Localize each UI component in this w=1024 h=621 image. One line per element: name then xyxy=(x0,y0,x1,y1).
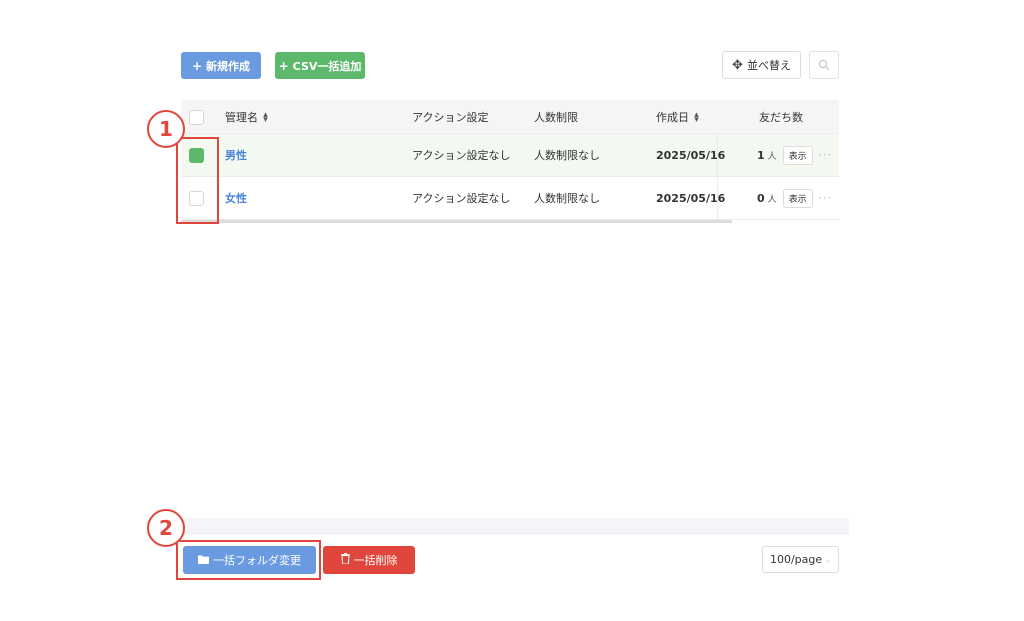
trash-icon xyxy=(340,553,350,567)
row-date: 2025/05/16 xyxy=(656,191,726,205)
row-action: アクション設定なし xyxy=(412,149,511,162)
chevron-down-icon: ⌄ xyxy=(825,555,832,564)
row-limit: 人数制限なし xyxy=(534,192,600,205)
row-friends: 0 人 表示 xyxy=(757,177,813,219)
footer-spacer xyxy=(181,518,849,533)
table-header: 管理名 ▴ ▾ アクション設定 人数制限 作成日 ▴ ▾ 友だち数 xyxy=(181,100,839,134)
bulk-delete-button[interactable]: 一括削除 xyxy=(323,546,415,574)
row-date: 2025/05/16 xyxy=(656,148,726,162)
header-action: アクション設定 xyxy=(412,110,489,124)
table-row[interactable]: 女性 アクション設定なし 人数制限なし 2025/05/16 0 人 表示 ··… xyxy=(181,177,839,220)
sort-icon[interactable]: ▴ ▾ xyxy=(693,110,700,124)
sort-icon[interactable]: ▴ ▾ xyxy=(262,110,269,124)
table-row[interactable]: 男性 アクション設定なし 人数制限なし 2025/05/16 1 人 表示 ··… xyxy=(181,134,839,177)
plus-icon: + xyxy=(191,58,203,73)
csv-bulk-add-label: CSV一括追加 xyxy=(292,59,362,73)
annotation-number-2: 2 xyxy=(147,509,185,547)
horizontal-scrollbar[interactable] xyxy=(181,220,732,223)
header-limit: 人数制限 xyxy=(534,110,578,124)
more-dots-icon[interactable]: ··· xyxy=(818,134,832,176)
header-friends: 友だち数 xyxy=(759,110,803,124)
search-icon xyxy=(818,59,830,71)
page-size-value: 100/page xyxy=(769,553,823,566)
row-limit: 人数制限なし xyxy=(534,149,600,162)
more-dots-icon[interactable]: ··· xyxy=(818,177,832,219)
row-friends: 1 人 表示 xyxy=(757,134,813,176)
annotation-highlight-box-2 xyxy=(176,540,321,580)
page-size-select[interactable]: 100/page ⌄ xyxy=(762,546,839,573)
header-name[interactable]: 管理名 ▴ ▾ xyxy=(225,100,269,133)
data-table: 管理名 ▴ ▾ アクション設定 人数制限 作成日 ▴ ▾ 友だち数 男性 アクション… xyxy=(181,100,839,223)
search-button[interactable] xyxy=(809,51,839,79)
header-date[interactable]: 作成日 ▴ ▾ xyxy=(656,100,700,133)
bulk-delete-label: 一括削除 xyxy=(353,554,398,567)
select-all-checkbox[interactable] xyxy=(189,110,204,125)
sort-label: 並べ替え xyxy=(746,59,791,72)
show-button[interactable]: 表示 xyxy=(782,188,813,208)
annotation-number-1: 1 xyxy=(147,110,185,148)
annotation-highlight-box-1 xyxy=(176,137,219,224)
row-name-link[interactable]: 男性 xyxy=(225,134,247,176)
row-name-link[interactable]: 女性 xyxy=(225,177,247,219)
new-create-label: 新規作成 xyxy=(206,59,251,73)
csv-bulk-add-button[interactable]: + CSV一括追加 xyxy=(275,52,365,79)
show-button[interactable]: 表示 xyxy=(782,145,813,165)
move-arrows-icon: ✥ xyxy=(732,57,743,73)
plus-icon: + xyxy=(278,58,289,73)
row-action: アクション設定なし xyxy=(412,192,511,205)
sort-button[interactable]: ✥ 並べ替え xyxy=(722,51,801,79)
new-create-button[interactable]: + 新規作成 xyxy=(181,52,261,79)
fixed-column-divider xyxy=(717,134,718,220)
